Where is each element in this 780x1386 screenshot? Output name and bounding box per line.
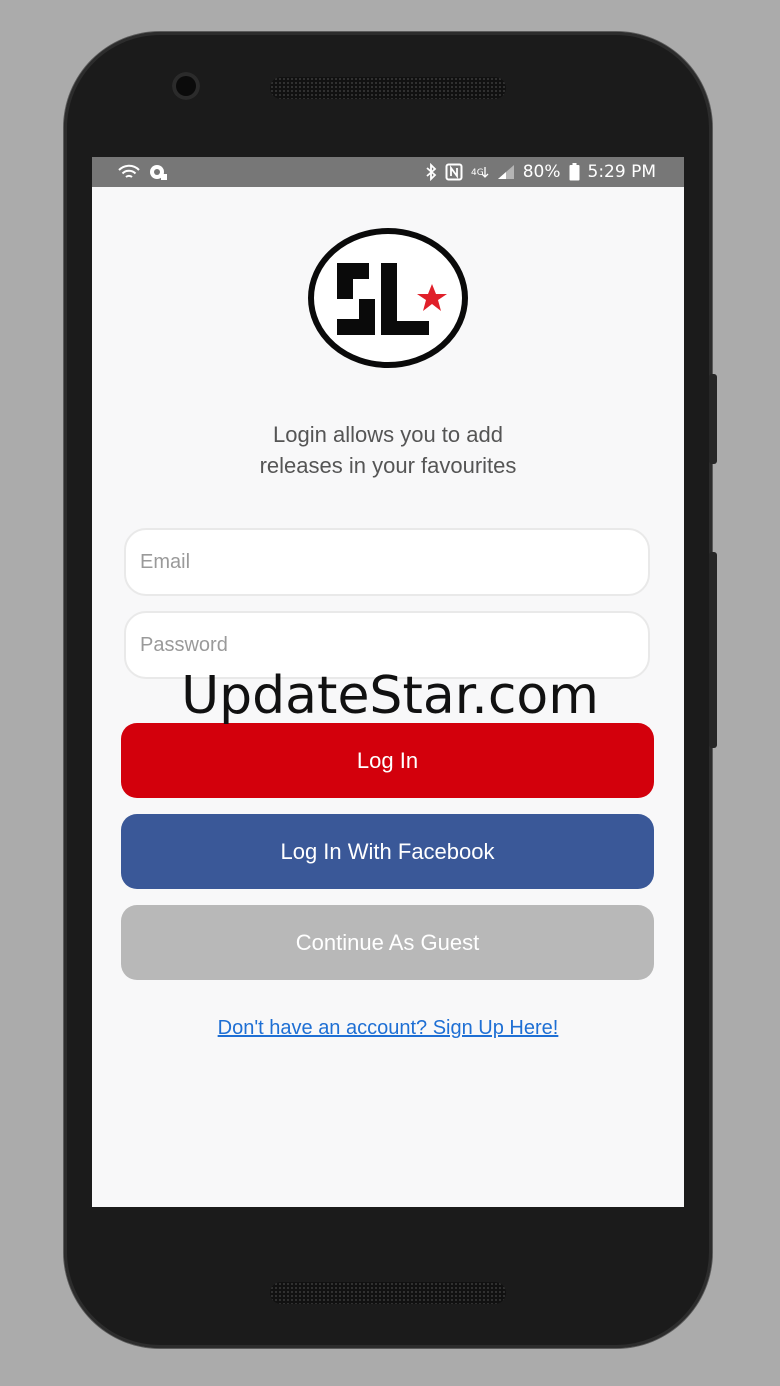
- bottom-speaker: [270, 1282, 506, 1304]
- continue-as-guest-button[interactable]: Continue As Guest: [121, 905, 654, 980]
- password-input[interactable]: [124, 611, 650, 679]
- subtitle-line-1: Login allows you to add: [273, 422, 503, 447]
- email-input[interactable]: [124, 528, 650, 596]
- sl-logo: [307, 227, 469, 369]
- login-button[interactable]: Log In: [121, 723, 654, 798]
- nfc-icon: [445, 163, 463, 181]
- signup-link[interactable]: Don't have an account? Sign Up Here!: [92, 1017, 684, 1040]
- bluetooth-icon: [425, 163, 437, 181]
- network-4g-icon: 4G: [471, 164, 489, 180]
- status-bar: 4G 80% 5:29 PM: [92, 157, 684, 187]
- earpiece-speaker: [270, 77, 506, 99]
- volume-button: [709, 552, 717, 748]
- clock: 5:29 PM: [587, 162, 657, 182]
- battery-percent: 80%: [522, 162, 561, 182]
- login-subtitle: Login allows you to add releases in your…: [92, 419, 684, 481]
- app-screen: 4G 80% 5:29 PM Login allows you to add r…: [92, 157, 684, 1207]
- svg-text:4G: 4G: [471, 168, 484, 178]
- subtitle-line-2: releases in your favourites: [259, 453, 517, 478]
- facebook-login-button[interactable]: Log In With Facebook: [121, 814, 654, 889]
- power-button: [709, 374, 717, 464]
- front-camera: [172, 72, 200, 100]
- wifi-icon: [118, 164, 140, 180]
- sync-icon: [148, 163, 168, 181]
- battery-icon: [569, 163, 580, 181]
- signal-icon: [497, 164, 515, 180]
